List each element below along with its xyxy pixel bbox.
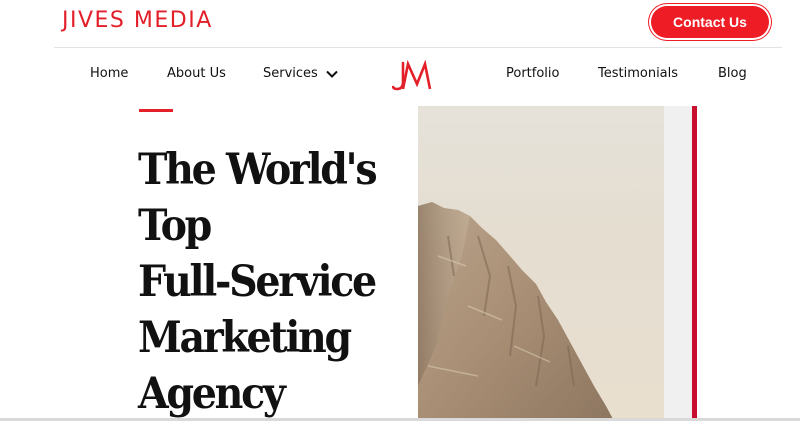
nav-item-label: About Us [167, 66, 226, 81]
side-panel [664, 106, 692, 421]
accent-bar [692, 106, 697, 421]
hero-headline: The World's Top Full-Service Marketing A… [138, 142, 386, 421]
brand-name[interactable]: JIVES MEDIA [62, 8, 213, 33]
nav-item-services[interactable]: Services [263, 66, 338, 81]
accent-line [139, 109, 173, 112]
headline-line: Full-Service [138, 257, 377, 307]
nav-item-label: Home [90, 66, 129, 81]
nav-item-label: Testimonials [598, 66, 679, 81]
nav-item-about-us[interactable]: About Us [167, 66, 226, 81]
nav-item-label: Blog [718, 66, 747, 81]
header-divider [54, 47, 782, 48]
headline-line: The World's [138, 145, 378, 195]
headline-line: Marketing [138, 313, 352, 363]
nav-item-portfolio[interactable]: Portfolio [506, 66, 559, 81]
chevron-down-icon[interactable] [326, 70, 338, 78]
headline-line: Top [138, 201, 212, 251]
contact-us-button[interactable]: Contact Us [651, 6, 769, 38]
nav-item-label: Portfolio [506, 66, 560, 81]
nav-item-testimonials[interactable]: Testimonials [598, 66, 678, 81]
jm-logo-icon[interactable] [391, 59, 434, 92]
headline-line: Agency [138, 369, 286, 419]
hero-mountain-image [418, 106, 664, 421]
nav-item-home[interactable]: Home [90, 66, 128, 81]
nav-item-label: Services [263, 66, 318, 81]
nav-item-blog[interactable]: Blog [718, 66, 747, 81]
